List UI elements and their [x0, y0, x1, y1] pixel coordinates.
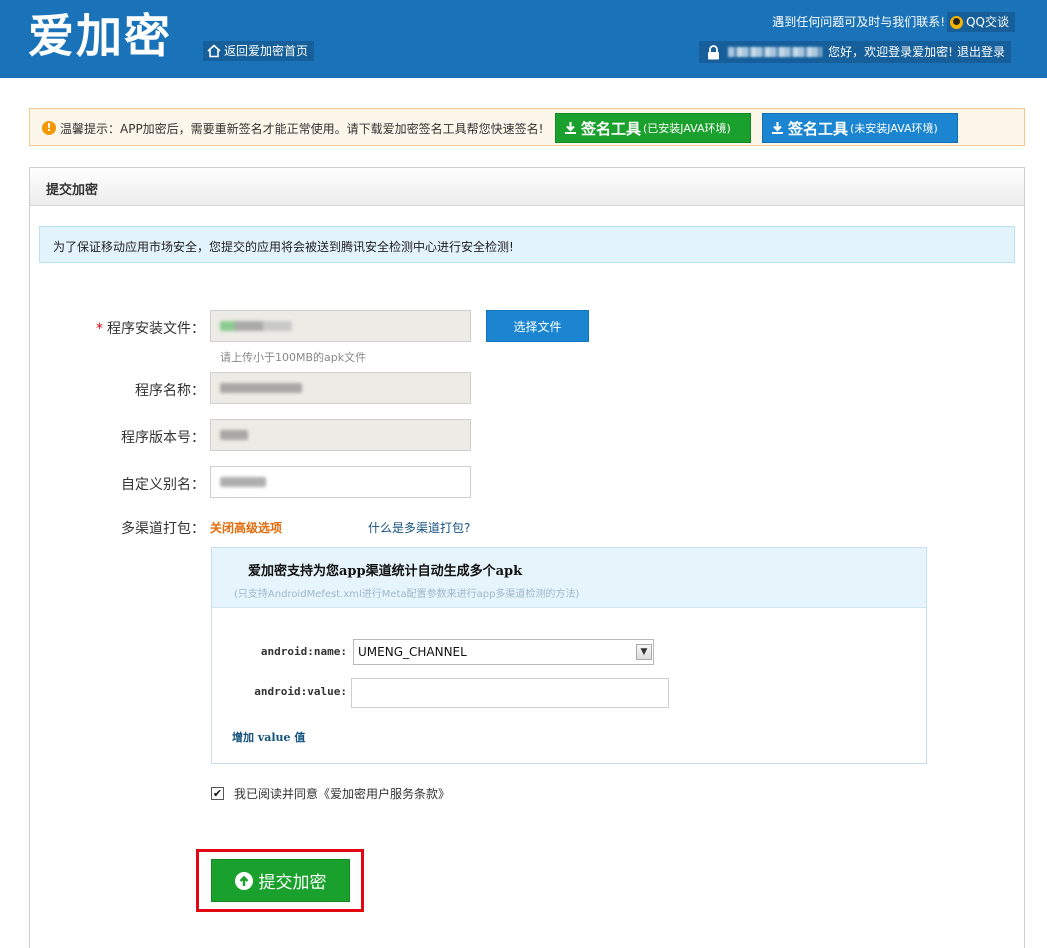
android-value-input[interactable] [351, 678, 669, 708]
required-mark: * [96, 321, 103, 337]
site-header: 爱加密 返回爱加密首页 遇到任何问题可及时与我们联系! QQ交谈 您好，欢迎登录… [0, 0, 1047, 78]
channel-config-box: 爱加密支持为您app渠道统计自动生成多个apk (只支持AndroidMefes… [211, 547, 927, 764]
logo[interactable]: 爱加密 [28, 6, 172, 66]
app-name-field[interactable] [210, 372, 471, 404]
panel-title: 提交加密 [46, 183, 99, 198]
sign-tool-not-installed-button[interactable]: 签名工具 (未安装JAVA环境) [762, 113, 958, 143]
android-value-label: android:value: [254, 685, 347, 698]
submit-highlight-frame: 提交加密 [196, 849, 364, 912]
logout-link[interactable]: 退出登录 [957, 41, 1005, 63]
app-name-redacted [220, 383, 302, 393]
panel-header: 提交加密 [30, 168, 1024, 206]
file-name-redacted [220, 321, 292, 331]
multichannel-label: 多渠道打包： [121, 521, 205, 537]
username-redacted [728, 47, 823, 57]
advanced-options-toggle[interactable]: 关闭高级选项 [210, 519, 282, 536]
agreement-checkbox[interactable]: ✔ [211, 787, 224, 800]
channel-subtitle: (只支持AndroidMefest.xml进行Meta配置参数来进行app多渠道… [234, 589, 580, 600]
warning-icon: ! [42, 121, 56, 135]
agreement-text[interactable]: 我已阅读并同意《爱加密用户服务条款》 [234, 785, 450, 802]
security-info-text: 为了保证移动应用市场安全，您提交的应用将会被送到腾讯安全检测中心进行安全检测! [53, 240, 514, 254]
file-hint: 请上传小于100MB的apk文件 [220, 351, 367, 364]
submit-encrypt-button[interactable]: 提交加密 [211, 859, 350, 902]
chevron-down-icon[interactable]: ▼ [636, 644, 652, 660]
user-bar: 您好，欢迎登录爱加密! 退出登录 [699, 41, 1011, 63]
multichannel-help-link[interactable]: 什么是多渠道打包? [368, 519, 470, 536]
submit-panel: 提交加密 为了保证移动应用市场安全，您提交的应用将会被送到腾讯安全检测中心进行安… [29, 167, 1025, 948]
qq-chat-button[interactable]: QQ交谈 [947, 12, 1015, 32]
contact-text: 遇到任何问题可及时与我们联系! [772, 15, 945, 29]
sign-tool-title: 签名工具 [581, 119, 642, 138]
add-value-link[interactable]: 增加 value 值 [232, 729, 305, 745]
channel-config-header: 爱加密支持为您app渠道统计自动生成多个apk (只支持AndroidMefes… [212, 548, 926, 608]
home-icon [207, 44, 221, 58]
upload-icon [234, 871, 253, 890]
notice-bar: ! 温馨提示：APP加密后，需要重新签名才能正常使用。请下载爱加密签名工具帮您快… [29, 108, 1025, 146]
submit-label: 提交加密 [258, 873, 327, 893]
download-icon [772, 122, 783, 134]
home-link[interactable]: 返回爱加密首页 [203, 41, 315, 61]
security-info-bar: 为了保证移动应用市场安全，您提交的应用将会被送到腾讯安全检测中心进行安全检测! [39, 226, 1015, 263]
file-label: * 程序安装文件： [96, 321, 205, 337]
channel-title: 爱加密支持为您app渠道统计自动生成多个apk [248, 564, 523, 579]
notice-text: 温馨提示：APP加密后，需要重新签名才能正常使用。请下载爱加密签名工具帮您快速签… [60, 122, 544, 136]
lock-icon [708, 44, 720, 59]
version-redacted [220, 430, 248, 440]
sign-tool-title: 签名工具 [788, 119, 849, 138]
alias-input[interactable] [210, 466, 471, 498]
android-name-select[interactable]: UMENG_CHANNEL ▼ [353, 639, 654, 665]
qq-icon [950, 15, 964, 29]
app-name-label: 程序名称： [135, 383, 205, 399]
agreement-row: ✔ 我已阅读并同意《爱加密用户服务条款》 [211, 785, 450, 802]
greeting-text: 您好，欢迎登录爱加密! [828, 45, 953, 59]
sign-tool-installed-button[interactable]: 签名工具 (已安装JAVA环境) [555, 113, 751, 143]
qq-chat-label: QQ交谈 [966, 15, 1009, 29]
alias-label: 自定义别名： [121, 477, 205, 493]
download-icon [565, 122, 576, 134]
version-field[interactable] [210, 419, 471, 451]
home-link-label: 返回爱加密首页 [224, 44, 309, 58]
version-label: 程序版本号： [121, 430, 205, 446]
file-field[interactable] [210, 310, 471, 342]
choose-file-button[interactable]: 选择文件 [486, 310, 589, 342]
sign-tool-note: (未安装JAVA环境) [850, 122, 938, 135]
android-name-label: android:name: [260, 645, 347, 658]
android-name-value: UMENG_CHANNEL [358, 645, 467, 659]
sign-tool-note: (已安装JAVA环境) [643, 122, 731, 135]
alias-redacted [220, 477, 266, 487]
